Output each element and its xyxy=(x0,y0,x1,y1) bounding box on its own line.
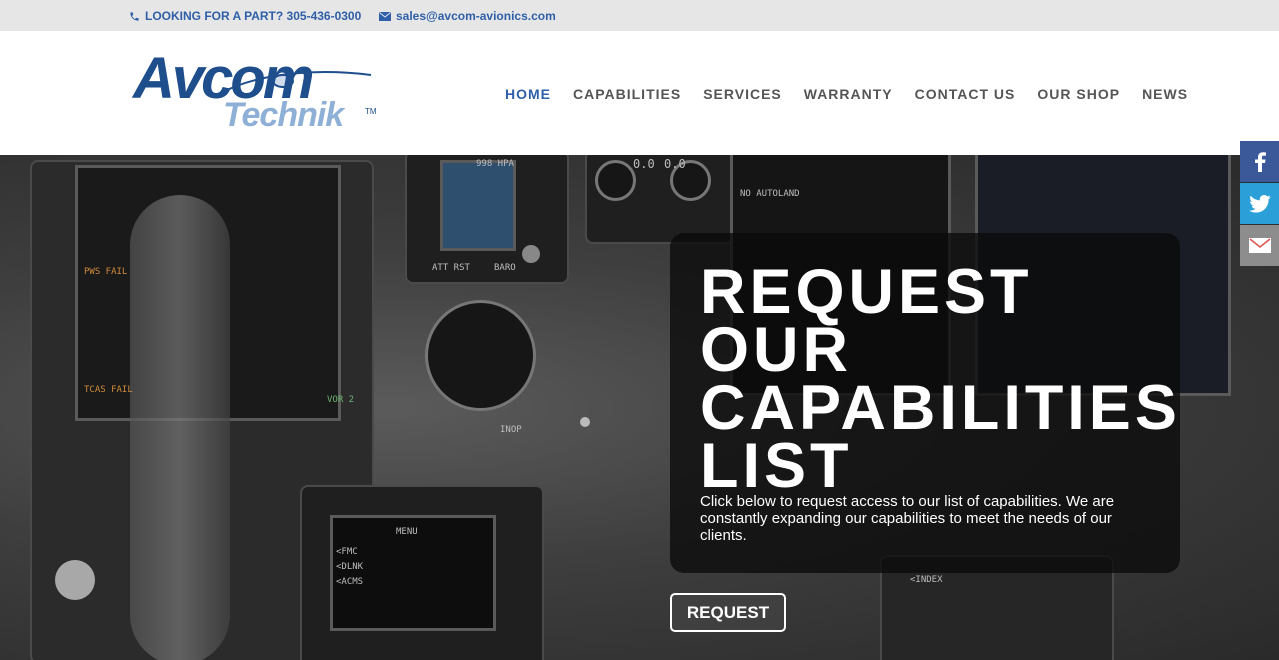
logo-sub-text: Technik xyxy=(223,96,344,134)
inop-label: INOP xyxy=(500,425,522,435)
facebook-icon xyxy=(1254,151,1266,172)
gauge-readout-2: 0.0 xyxy=(664,157,686,171)
nav-contact-us[interactable]: CONTACT US xyxy=(915,86,1016,102)
menu-label: MENU xyxy=(396,527,418,537)
request-button[interactable]: REQUEST xyxy=(670,593,786,632)
twitter-icon xyxy=(1248,194,1271,213)
nav-our-shop[interactable]: OUR SHOP xyxy=(1037,86,1120,102)
baro-readout: 998 HPA xyxy=(476,159,514,169)
hero-title: REQUEST OUR CAPABILITIES LIST xyxy=(700,261,1177,498)
nav-home[interactable]: HOME xyxy=(505,86,551,102)
att-rst-label: ATT RST xyxy=(432,263,470,273)
tcas-fail-label: TCAS FAIL xyxy=(84,385,133,395)
autoland-label: NO AUTOLAND xyxy=(740,189,800,199)
facebook-share-button[interactable] xyxy=(1240,141,1279,182)
fmc-label: <FMC xyxy=(336,547,358,557)
nav-services[interactable]: SERVICES xyxy=(703,86,782,102)
nav-news[interactable]: NEWS xyxy=(1142,86,1188,102)
logo-trademark: TM xyxy=(365,107,377,116)
top-info-bar: LOOKING FOR A PART? 305-436-0300 sales@a… xyxy=(0,0,1279,31)
site-header: Avcom Technik TM HOME CAPABILITIES SERVI… xyxy=(0,31,1279,155)
email-icon xyxy=(1248,238,1271,253)
vor-label: VOR 2 xyxy=(327,395,355,405)
hero-section: 998 HPA 0.0 0.0 NO AUTOLAND VOR 2 MENU <… xyxy=(0,155,1279,660)
hero-card: REQUEST OUR CAPABILITIES LIST Click belo… xyxy=(670,233,1180,573)
twitter-share-button[interactable] xyxy=(1240,183,1279,224)
nav-warranty[interactable]: WARRANTY xyxy=(804,86,893,102)
hero-title-line-4: LIST xyxy=(700,431,853,501)
hero-description: Click below to request access to our lis… xyxy=(700,493,1115,544)
email-link[interactable]: sales@avcom-avionics.com xyxy=(396,9,556,23)
baro-label: BARO xyxy=(494,263,516,273)
email-share-button[interactable] xyxy=(1240,225,1279,266)
avcom-logo[interactable]: Avcom Technik TM xyxy=(133,49,378,135)
dlnk-label: <DLNK xyxy=(336,562,364,572)
social-share-sidebar xyxy=(1240,141,1279,266)
acms-label: <ACMS xyxy=(336,577,364,587)
email-contact[interactable]: sales@avcom-avionics.com xyxy=(379,9,556,23)
pws-fail-label: PWS FAIL xyxy=(84,267,128,277)
main-navigation: HOME CAPABILITIES SERVICES WARRANTY CONT… xyxy=(505,86,1210,102)
mail-icon xyxy=(379,11,391,21)
gauge-readout-1: 0.0 xyxy=(633,157,655,171)
phone-icon xyxy=(129,11,140,22)
nav-capabilities[interactable]: CAPABILITIES xyxy=(573,86,681,102)
phone-contact[interactable]: LOOKING FOR A PART? 305-436-0300 xyxy=(129,9,361,23)
phone-text: LOOKING FOR A PART? 305-436-0300 xyxy=(145,9,362,23)
index-label: <INDEX xyxy=(910,575,943,585)
